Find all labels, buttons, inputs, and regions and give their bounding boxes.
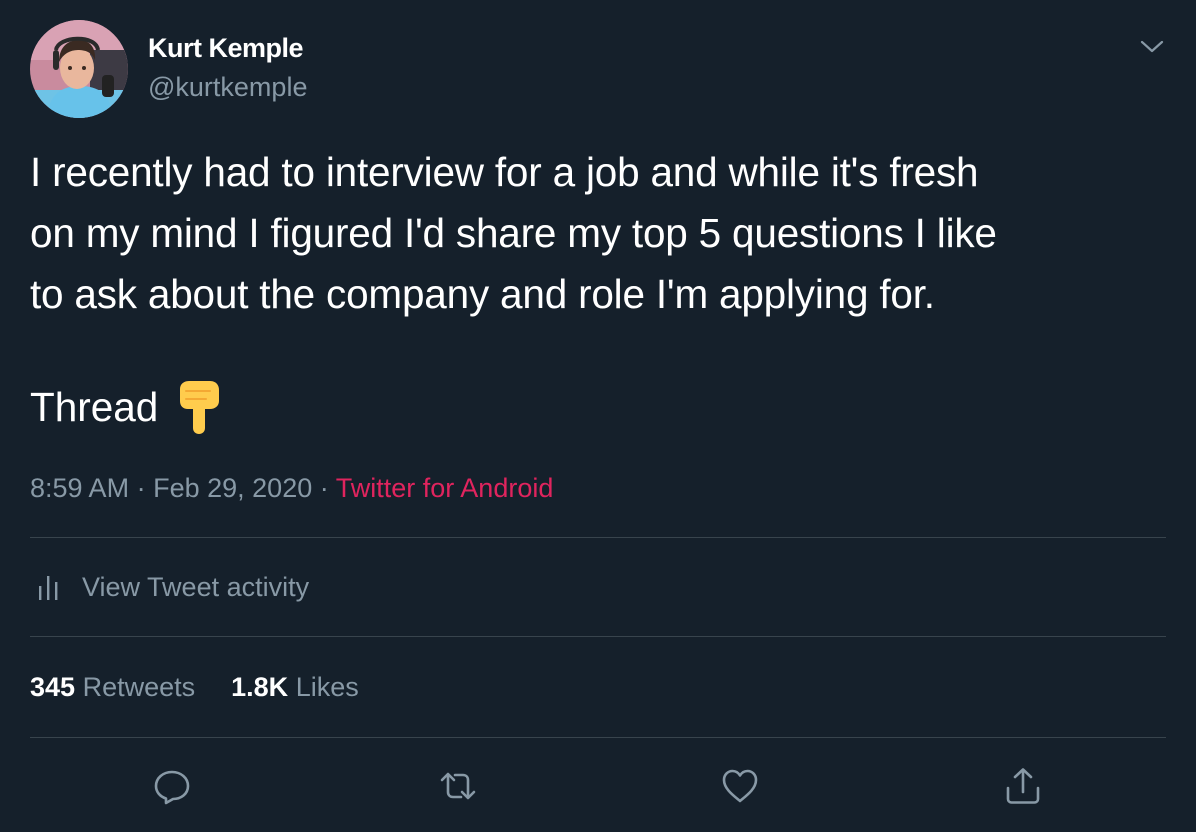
like-icon[interactable] (720, 766, 760, 806)
tweet-stats: 345 Retweets 1.8K Likes (30, 670, 359, 704)
backhand-index-pointing-down-icon (180, 381, 220, 434)
likes-stat[interactable]: 1.8K Likes (231, 672, 359, 702)
likes-count: 1.8K (231, 672, 289, 702)
avatar[interactable] (30, 20, 128, 118)
bar-chart-icon (39, 576, 58, 600)
profile-photo-icon (30, 20, 128, 118)
meta-separator: · (319, 473, 329, 503)
meta-separator: · (136, 473, 146, 503)
retweets-count: 345 (30, 672, 76, 702)
share-icon[interactable] (1003, 766, 1043, 806)
retweet-icon[interactable] (438, 766, 478, 806)
tweet-source-link[interactable]: Twitter for Android (336, 473, 554, 503)
user-name[interactable]: Kurt Kemple (148, 33, 304, 64)
view-tweet-activity-link[interactable]: View Tweet activity (30, 568, 309, 606)
tweet-meta: 8:59 AM · Feb 29, 2020 · Twitter for And… (30, 472, 553, 504)
likes-label: Likes (295, 672, 359, 702)
view-tweet-activity-label: View Tweet activity (82, 571, 310, 602)
retweets-stat[interactable]: 345 Retweets (30, 672, 195, 702)
tweet-card: Kurt Kemple @kurtkemple I recently had t… (0, 0, 1196, 832)
retweets-label: Retweets (82, 672, 196, 702)
thread-line: Thread (30, 376, 222, 438)
chevron-down-icon[interactable] (1138, 34, 1166, 58)
user-handle[interactable]: @kurtkemple (148, 72, 307, 103)
tweet-time[interactable]: 8:59 AM (30, 473, 129, 503)
tweet-date[interactable]: Feb 29, 2020 (153, 473, 312, 503)
divider (30, 737, 1166, 738)
reply-icon[interactable] (152, 766, 192, 806)
tweet-text: I recently had to interview for a job an… (30, 149, 997, 317)
divider (30, 537, 1166, 538)
thread-label: Thread (30, 383, 159, 430)
divider (30, 636, 1166, 637)
